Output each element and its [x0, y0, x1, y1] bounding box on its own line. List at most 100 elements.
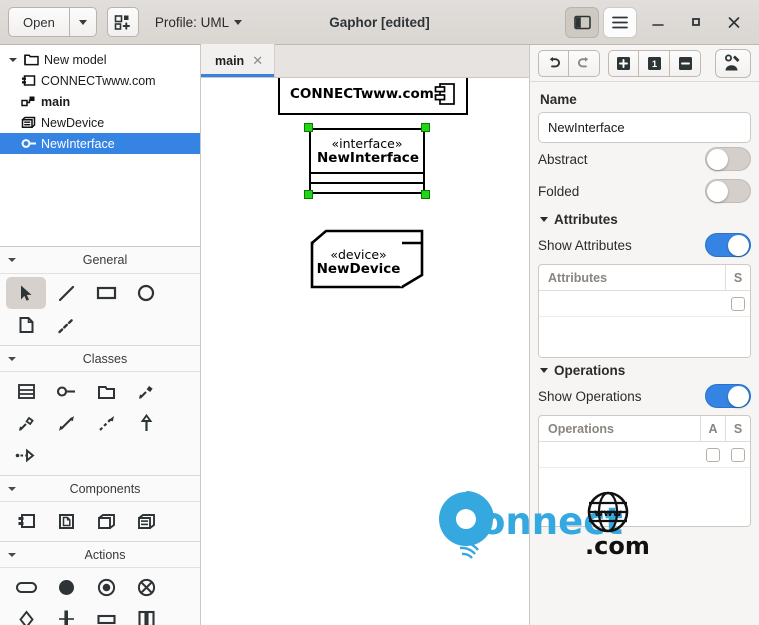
operations-compartment — [311, 181, 423, 192]
tool-association[interactable] — [46, 407, 86, 439]
resize-handle-bottom-left[interactable] — [304, 189, 313, 199]
name-input[interactable]: NewInterface — [538, 112, 751, 143]
tree-item-connectwww[interactable]: CONNECTwww.com — [0, 70, 200, 91]
sidebar-toggle-button[interactable] — [565, 6, 599, 38]
dependency-icon — [98, 415, 114, 431]
resize-handle-bottom-right[interactable] — [421, 189, 430, 199]
tool-line[interactable] — [46, 277, 86, 309]
tool-box[interactable] — [86, 277, 126, 309]
attribute-static-cell[interactable] — [725, 296, 750, 311]
show-operations-row: Show Operations — [538, 380, 751, 412]
minimize-button[interactable] — [641, 7, 675, 38]
toolbox-section-general-header[interactable]: General — [0, 247, 200, 274]
attributes-table[interactable]: Attributes S — [538, 264, 751, 358]
undo-icon — [549, 57, 560, 68]
checkbox[interactable] — [730, 447, 745, 462]
main-menu-button[interactable] — [603, 6, 637, 38]
interface-shape[interactable]: «interface» NewInterface — [309, 128, 425, 194]
generalization-icon — [140, 413, 152, 431]
expander-triangle-icon[interactable] — [6, 57, 19, 62]
tool-dependency[interactable] — [86, 407, 126, 439]
maximize-button[interactable] — [679, 7, 713, 38]
tree-item-newinterface[interactable]: NewInterface — [0, 133, 200, 154]
tool-activity-final[interactable] — [86, 571, 126, 603]
operations-section-header[interactable]: Operations — [540, 363, 751, 378]
redo-button[interactable] — [569, 49, 600, 77]
diagram-component-node[interactable]: CONNECTwww.com — [278, 78, 468, 115]
tool-pointer[interactable] — [6, 277, 46, 309]
checkbox[interactable] — [705, 447, 720, 462]
tool-comment[interactable] — [6, 309, 46, 341]
component-shape[interactable]: CONNECTwww.com — [278, 78, 468, 115]
show-attributes-toggle[interactable] — [705, 233, 751, 257]
preferences-button[interactable] — [715, 48, 751, 78]
header-bar: Open Profile: UML Gaphor [edited] — [0, 0, 759, 45]
abstract-toggle[interactable] — [705, 147, 751, 171]
tool-class[interactable] — [6, 375, 46, 407]
open-button[interactable]: Open — [8, 7, 69, 37]
profile-selector[interactable]: Profile: UML — [155, 15, 243, 30]
checkbox[interactable] — [730, 296, 745, 311]
model-tree[interactable]: New model CONNECTwww.com main NewDevice … — [0, 45, 200, 246]
left-panel: New model CONNECTwww.com main NewDevice … — [0, 45, 201, 625]
zoom-in-button[interactable] — [608, 49, 639, 77]
tool-flow-final[interactable] — [126, 571, 166, 603]
tool-fork-node[interactable] — [46, 603, 86, 625]
tab-main[interactable]: main ✕ — [201, 44, 276, 77]
tool-interface[interactable] — [46, 375, 86, 407]
open-split-button: Open — [8, 7, 97, 37]
attributes-section-header[interactable]: Attributes — [540, 212, 751, 227]
tree-item-new-model[interactable]: New model — [0, 49, 200, 70]
close-icon[interactable]: ✕ — [252, 53, 263, 69]
tool-artifact[interactable] — [46, 505, 86, 537]
interface-icon — [19, 137, 38, 150]
tool-decision-node[interactable] — [6, 603, 46, 625]
toolbox-section-classes-header[interactable]: Classes — [0, 345, 200, 372]
tool-ellipse[interactable] — [126, 277, 166, 309]
tool-component[interactable] — [6, 505, 46, 537]
tool-action[interactable] — [6, 571, 46, 603]
tool-generalization[interactable] — [126, 407, 166, 439]
toolbox-section-actions-header[interactable]: Actions — [0, 541, 200, 568]
resize-handle-top-left[interactable] — [304, 123, 313, 132]
undo-button[interactable] — [538, 49, 569, 77]
diagram-canvas[interactable]: CONNECTwww.com «interface» NewInterface … — [201, 78, 529, 625]
tool-object-node[interactable] — [86, 603, 126, 625]
zoom-reset-button[interactable]: 1 — [639, 49, 670, 77]
zoom-out-button[interactable] — [670, 49, 701, 77]
zoom-reset-icon: 1 — [647, 56, 661, 70]
toggle-knob — [728, 386, 749, 407]
open-dropdown-button[interactable] — [68, 7, 97, 37]
folded-toggle[interactable] — [705, 179, 751, 203]
show-attributes-row: Show Attributes — [538, 229, 751, 261]
tool-initial-node[interactable] — [46, 571, 86, 603]
table-row[interactable] — [539, 291, 750, 317]
rect-small-icon — [96, 614, 116, 624]
tool-realization[interactable] — [6, 439, 46, 471]
tool-aggregation[interactable] — [6, 407, 46, 439]
show-operations-toggle[interactable] — [705, 384, 751, 408]
tool-comment-line[interactable] — [46, 309, 86, 341]
ellipse-icon — [137, 284, 155, 302]
diagram-interface-node[interactable]: «interface» NewInterface — [304, 123, 430, 199]
operations-table[interactable]: Operations A S — [538, 415, 751, 527]
tool-device[interactable] — [126, 505, 166, 537]
operation-abstract-cell[interactable] — [700, 447, 725, 462]
tool-node[interactable] — [86, 505, 126, 537]
attributes-compartment — [311, 171, 423, 182]
new-diagram-button[interactable] — [106, 7, 139, 37]
class-icon — [17, 383, 35, 399]
toolbox-section-classes-tools — [0, 372, 200, 475]
tool-composition[interactable] — [126, 375, 166, 407]
tool-partition[interactable] — [126, 603, 166, 625]
resize-handle-top-right[interactable] — [421, 123, 430, 132]
table-row[interactable] — [539, 442, 750, 468]
tool-package[interactable] — [86, 375, 126, 407]
operation-static-cell[interactable] — [725, 447, 750, 462]
diagram-device-node[interactable]: «device» NewDevice — [309, 228, 425, 290]
tree-item-newdevice[interactable]: NewDevice — [0, 112, 200, 133]
tree-item-main[interactable]: main — [0, 91, 200, 112]
history-button-group — [538, 49, 600, 77]
close-button[interactable] — [717, 7, 751, 38]
toolbox-section-components-header[interactable]: Components — [0, 475, 200, 502]
